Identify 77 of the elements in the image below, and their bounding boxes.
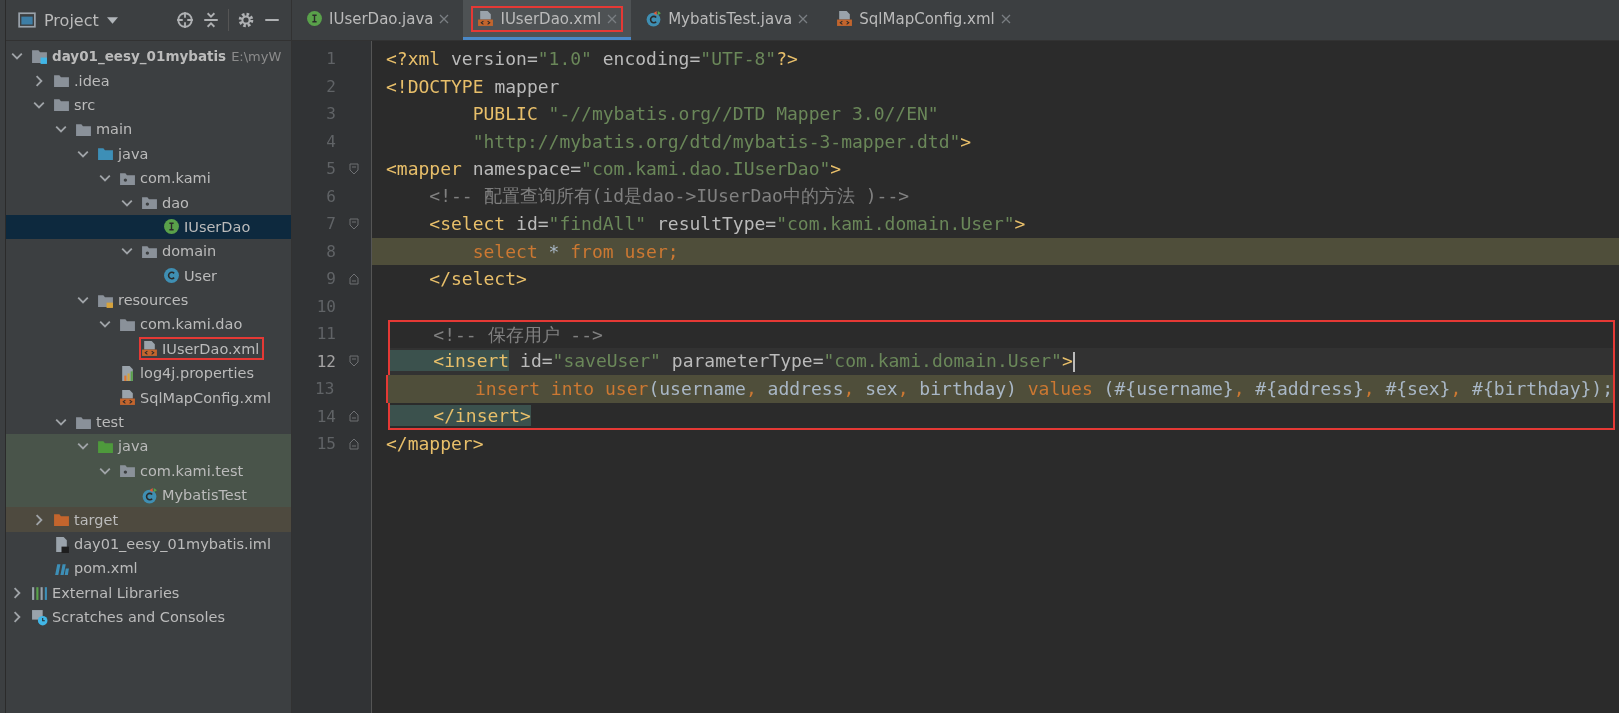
fold-marker-icon[interactable] <box>349 355 359 368</box>
tree-item[interactable]: day01_eesy_01mybatis.iml <box>74 536 271 552</box>
fold-marker-icon[interactable] <box>349 410 359 423</box>
project-window-icon <box>18 11 36 29</box>
module-icon <box>31 47 48 65</box>
file-icon <box>53 535 70 553</box>
package-icon <box>119 462 136 480</box>
tree-item[interactable]: .idea <box>74 72 110 89</box>
tree-item[interactable]: Scratches and Consoles <box>52 609 225 626</box>
class-icon <box>141 486 158 504</box>
editor-tab[interactable]: SqlMapConfig.xml <box>822 0 1025 40</box>
tree-item[interactable]: pom.xml <box>74 560 138 577</box>
settings-icon[interactable] <box>237 11 255 29</box>
editor-tab[interactable]: IUserDao.java <box>292 0 464 40</box>
tree-item[interactable]: test <box>96 414 124 431</box>
fold-marker-icon[interactable] <box>349 437 359 450</box>
close-icon[interactable] <box>439 13 450 24</box>
editor-tab[interactable]: MybatisTest.java <box>631 0 823 40</box>
package-icon <box>141 194 158 212</box>
tree-item[interactable]: IUserDao.xml <box>162 340 260 357</box>
tree-item[interactable]: src <box>74 96 96 113</box>
code-line: <!DOCTYPE mapper <box>386 75 560 97</box>
collapse-all-icon[interactable] <box>202 11 220 29</box>
tree-item[interactable]: User <box>184 267 218 284</box>
folder-icon <box>119 316 136 333</box>
tree-item[interactable]: main <box>96 121 133 138</box>
interface-icon <box>163 218 180 236</box>
tree-item[interactable]: log4j.properties <box>140 365 254 382</box>
xml-file-icon <box>141 340 158 358</box>
panel-title[interactable]: Project <box>44 10 99 30</box>
fold-marker-icon[interactable] <box>349 272 359 285</box>
xml-file-icon <box>836 10 854 27</box>
tree-item[interactable]: IUserDao <box>184 218 251 235</box>
project-path: E:\myW <box>231 48 282 64</box>
dropdown-caret-icon[interactable] <box>106 16 118 24</box>
tree-item[interactable]: java <box>118 438 149 455</box>
editor-tab[interactable]: IUserDao.xml <box>463 0 632 40</box>
class-icon <box>645 10 663 27</box>
code-line: <insert id="saveUser" parameterType="com.kami.domain.User"> <box>390 350 1075 373</box>
tree-item[interactable]: com.kami.dao <box>140 316 243 333</box>
code-line: "http://mybatis.org/dtd/mybatis-3-mapper.dtd"> <box>471 130 972 152</box>
locate-icon[interactable] <box>176 11 194 29</box>
code-line: <!-- 配置查询所有(id是dao->IUserDao中的方法 )--> <box>428 184 910 209</box>
folder-icon <box>53 96 70 114</box>
code-line: <?xml version="1.0" encoding="UTF-8"?> <box>386 48 798 70</box>
folder-icon <box>53 511 70 529</box>
tree-item[interactable]: day01_eesy_01mybatis <box>52 48 227 65</box>
scratches-icon <box>31 608 48 626</box>
tree-item[interactable]: resources <box>118 292 189 309</box>
xml-file-icon <box>119 389 136 407</box>
folder-icon <box>53 72 70 90</box>
fold-marker-icon[interactable] <box>349 162 359 175</box>
class-icon <box>163 267 180 285</box>
tree-item[interactable]: com.kami <box>140 170 211 187</box>
close-icon[interactable] <box>1000 13 1011 24</box>
properties-file-icon <box>119 364 136 382</box>
tree-item[interactable]: domain <box>162 243 217 260</box>
code-line: insert into user(username, address, sex, birthday) values (#{username}, #{address}, #{sex}, #{birthday}); <box>474 378 1613 400</box>
interface-icon <box>306 10 323 27</box>
code-line: </mapper> <box>386 433 484 455</box>
tree-item[interactable]: External Libraries <box>52 584 180 601</box>
library-icon <box>31 584 48 602</box>
tree-item[interactable]: java <box>118 145 149 162</box>
xml-file-icon <box>477 10 495 27</box>
code-line: select * from user; <box>471 240 679 262</box>
code-line: <mapper namespace="com.kami.dao.IUserDao"> <box>386 158 842 180</box>
code-line: </select> <box>428 268 527 290</box>
tree-item[interactable]: dao <box>162 194 189 211</box>
line-number: 12 <box>315 350 336 373</box>
close-icon[interactable] <box>798 13 809 24</box>
tree-item[interactable]: SqlMapConfig.xml <box>140 389 271 406</box>
code-line: <!-- 保存用户 --> <box>432 322 603 347</box>
code-line: <select id="findAll" resultType="com.kami.domain.User"> <box>428 213 1026 235</box>
code-line: PUBLIC "-//mybatis.org//DTD Mapper 3.0//EN" <box>471 103 939 125</box>
tree-item[interactable]: target <box>74 511 119 528</box>
fold-marker-icon[interactable] <box>349 217 359 230</box>
folder-icon <box>97 145 114 163</box>
